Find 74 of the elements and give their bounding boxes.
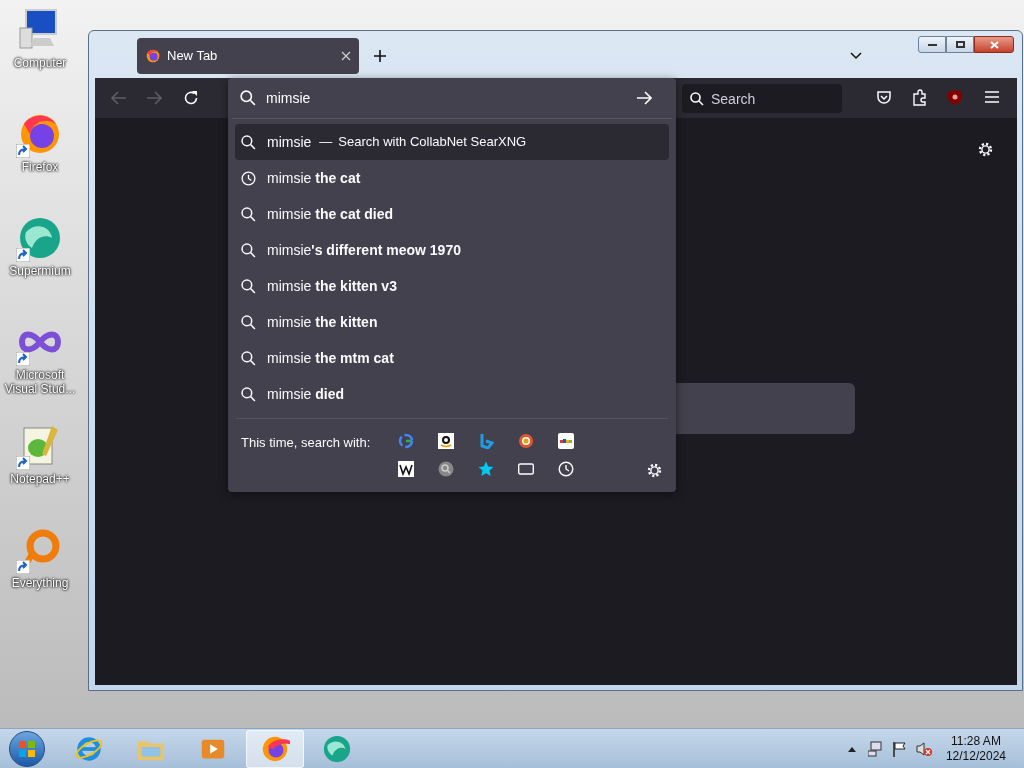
search-icon: [241, 386, 256, 402]
suggestion-text: mimsie the cat died: [267, 204, 394, 224]
tray-arrow-icon[interactable]: [847, 745, 856, 752]
start-button[interactable]: [9, 730, 45, 767]
clock-icon[interactable]: [558, 461, 574, 477]
search-field[interactable]: Search: [682, 84, 842, 113]
suggestion-row[interactable]: mimsie — Search with CollabNet SearXNG: [235, 124, 669, 160]
maximize-button[interactable]: [946, 36, 974, 53]
search-icon: [241, 206, 256, 222]
search-icon: [241, 278, 256, 294]
network-icon[interactable]: [867, 740, 884, 757]
shortcut-arrow-icon: [16, 456, 30, 470]
icon-label[interactable]: Supermium: [0, 264, 80, 278]
dash-separator: —: [319, 133, 333, 152]
search-icon: [240, 90, 256, 106]
firefox-icon: [145, 48, 161, 64]
browser-tab[interactable]: New Tab: [137, 38, 359, 74]
icon-label[interactable]: Microsoft Visual Stud...: [0, 368, 80, 396]
tab-icon[interactable]: [518, 461, 534, 477]
search-icon: [241, 350, 256, 366]
muted-speaker-icon[interactable]: [915, 740, 932, 757]
menu-icon[interactable]: [985, 91, 999, 103]
address-field[interactable]: mimsie: [266, 87, 626, 109]
shield-icon[interactable]: [947, 89, 963, 106]
pocket-icon[interactable]: [876, 90, 892, 106]
shortcut-arrow-icon: [16, 560, 30, 574]
close-icon[interactable]: [341, 51, 351, 61]
minimize-button[interactable]: [918, 36, 946, 53]
settings-icon[interactable]: [646, 462, 663, 479]
swirl-globe-icon: [322, 733, 352, 764]
flag-icon[interactable]: [891, 740, 906, 757]
chevron-down-icon[interactable]: [850, 52, 862, 60]
clock-icon: [241, 170, 256, 186]
go-arrow-icon[interactable]: [636, 91, 652, 105]
suggestion-text: mimsie the mtm cat: [267, 348, 394, 368]
shortcut-arrow-icon: [16, 352, 30, 366]
search-engine-icon[interactable]: [438, 461, 454, 477]
tab-title: New Tab: [167, 47, 219, 66]
reload-icon[interactable]: [183, 90, 199, 106]
icon-label[interactable]: Notepad++: [0, 472, 80, 486]
shortcut-arrow-icon: [16, 248, 30, 262]
search-icon: [690, 92, 704, 106]
taskbar-button[interactable]: [246, 729, 304, 768]
suggestion-text: mimsie's different meow 1970: [267, 240, 461, 260]
clock[interactable]: 11:28 AM 12/12/2024: [945, 733, 1006, 764]
suggestion-text: mimsie died: [267, 384, 344, 404]
wikipedia-icon[interactable]: [398, 461, 414, 477]
suggestion-row[interactable]: mimsie died: [235, 376, 669, 412]
one-off-label: This time, search with:: [241, 434, 372, 452]
new-tab-icon[interactable]: [374, 50, 386, 62]
icon-label[interactable]: Computer: [0, 56, 80, 70]
icon-label[interactable]: Everything: [0, 576, 80, 590]
suggestion-row[interactable]: mimsie the kitten: [235, 304, 669, 340]
suggestion-text: mimsie the kitten: [267, 312, 378, 332]
suggestion-action: Search with CollabNet SearXNG: [338, 133, 527, 152]
search-icon: [241, 242, 256, 258]
windows-logo-icon: [18, 739, 36, 758]
suggestion-row[interactable]: mimsie the cat: [235, 160, 669, 196]
suggestion-text: mimsie the cat: [267, 168, 361, 188]
settings-icon[interactable]: [977, 141, 994, 158]
puzzle-icon[interactable]: [912, 89, 928, 106]
suggestion-text: mimsie: [267, 132, 312, 152]
search-icon: [241, 134, 256, 150]
suggestion-row[interactable]: mimsie the mtm cat: [235, 340, 669, 376]
suggestion-text: mimsie the kitten v3: [267, 276, 397, 296]
search-icon: [241, 314, 256, 330]
close-icon: [989, 40, 999, 49]
suggestion-row[interactable]: mimsie the cat died: [235, 196, 669, 232]
suggestion-row[interactable]: mimsie's different meow 1970: [235, 232, 669, 268]
icon-label[interactable]: Firefox: [0, 160, 80, 174]
star-icon[interactable]: [478, 461, 494, 477]
close-button[interactable]: [974, 36, 1014, 53]
shortcut-arrow-icon: [16, 144, 30, 158]
suggestion-row[interactable]: mimsie the kitten v3: [235, 268, 669, 304]
